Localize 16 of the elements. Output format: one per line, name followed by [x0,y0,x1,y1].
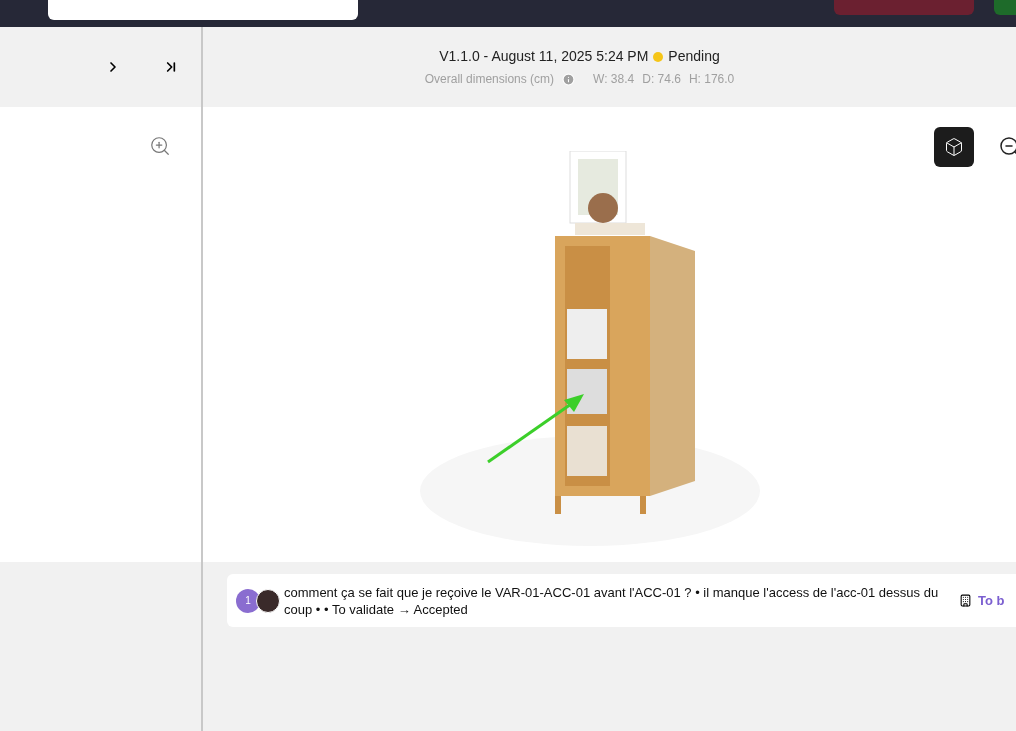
status-text: Pending [668,47,720,66]
version-text: V1.1.0 - August 11, 2025 5:24 PM [439,47,649,66]
3d-view-button[interactable] [934,127,974,167]
zoom-in-icon[interactable] [149,135,171,157]
dimension-value: H: 176.0 [688,71,735,88]
dimensions-label: Overall dimensions (cm) [424,71,555,88]
comment-count-badge: 1 [236,588,260,613]
comment-card[interactable]: 1 comment ça se fait que je reçoive le VAR-01-ACC-01 avant l'ACC-01 ? • il manque l'access de l'acc-01 dessus du coup • • To validate → Accepted To b [227,574,1016,627]
dimension-value: W: 38.4 [593,71,635,88]
avatar [256,588,280,613]
dimension-value: D: 74.6 [642,71,681,88]
building-icon [959,594,972,607]
comment-status[interactable]: To b [978,590,1005,611]
comment-text: comment ça se fait que je reçoive le VAR-01-ACC-01 avant l'ACC-01 ? • il manque l'access de l'acc-01 dessus du coup • • To validate → Accepted [284,583,939,618]
cube-icon [944,137,964,157]
info-icon[interactable] [562,72,576,86]
